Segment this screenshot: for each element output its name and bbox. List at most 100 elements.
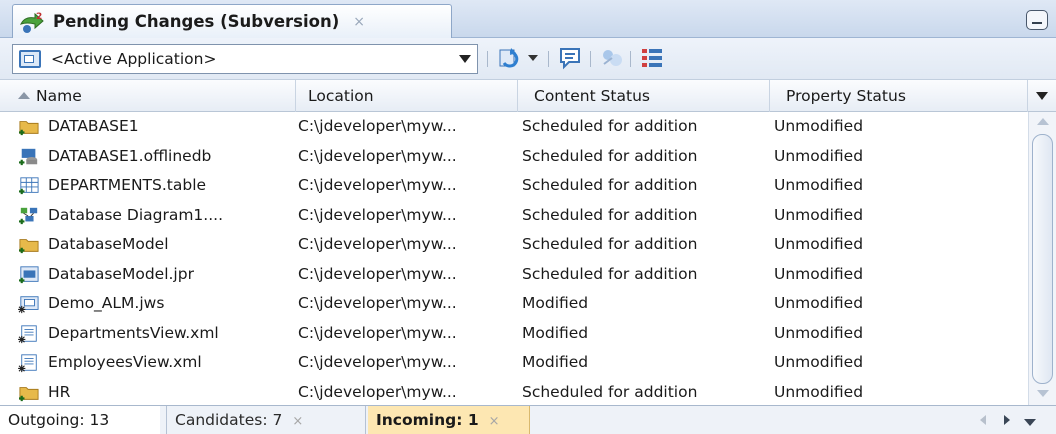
tab-outgoing[interactable]: Outgoing: 13 [0,406,160,434]
refresh-menu-chevron-icon[interactable] [528,55,538,61]
row-location: C:\jdeveloper\myw... [298,294,457,312]
tab-incoming[interactable]: Incoming: 1 × [368,406,530,434]
row-location: C:\jdeveloper\myw... [298,323,457,342]
close-icon[interactable]: × [292,414,303,429]
row-content-status: Scheduled for addition [522,176,698,194]
toolbar-separator [590,51,591,67]
scroll-tabs-left-icon[interactable] [980,415,986,425]
row-property-status: Unmodified [774,117,864,135]
table-row[interactable]: DepartmentsView.xml C:\jdeveloper\myw... M… [0,319,1028,349]
row-location: C:\jdeveloper\myw... [298,117,457,135]
toolbar-separator [487,51,488,67]
sort-ascending-icon [18,92,30,99]
row-content-status: Modified [522,323,589,342]
row-content-status: Scheduled for addition [522,382,698,401]
minimize-button[interactable] [1026,10,1048,30]
column-header-location[interactable]: Location [296,80,518,112]
vertical-scrollbar[interactable] [1028,112,1056,405]
row-content-status: Scheduled for addition [522,205,698,224]
view-object-modified-icon [18,324,37,343]
view-object-modified-icon [18,354,37,373]
toolbar-separator [548,51,549,67]
row-location: C:\jdeveloper\myw... [298,353,457,371]
scope-dropdown[interactable]: <Active Application> [12,44,478,74]
row-location: C:\jdeveloper\myw... [298,176,457,194]
row-name: DATABASE1 [48,117,139,135]
scroll-tabs-right-icon[interactable] [1004,415,1010,425]
row-content-status: Scheduled for addition [522,235,698,253]
tab-pending-changes[interactable]: 2 Pending Changes (Subversion) × [12,4,452,38]
table-row[interactable]: EmployeesView.xml C:\jdeveloper\myw... Mod… [0,348,1028,378]
tab-title: Pending Changes (Subversion) [53,12,340,31]
row-name: DatabaseModel.jpr [48,264,194,283]
table-row[interactable]: DatabaseModel.jpr C:\jdeveloper\myw... Sch… [0,260,1028,290]
row-location: C:\jdeveloper\myw... [298,146,457,165]
row-name: HR [48,382,71,401]
row-property-status: Unmodified [774,353,864,371]
application-icon [19,50,41,68]
table-row[interactable]: Demo_ALM.jws C:\jdeveloper\myw... Modified… [0,289,1028,319]
row-location: C:\jdeveloper\myw... [298,382,457,401]
toolbar-separator [630,51,631,67]
table-row[interactable]: Database Diagram1.... C:\jdeveloper\myw..… [0,201,1028,231]
row-content-status: Scheduled for addition [522,264,698,283]
row-content-status: Modified [522,294,589,312]
tab-close-icon[interactable]: × [353,14,365,30]
table-row[interactable]: HR C:\jdeveloper\myw... Scheduled for addi… [0,378,1028,408]
chevron-down-icon [459,55,471,63]
offline-db-icon [19,148,38,165]
row-property-status: Unmodified [774,294,864,312]
workspace-modified-icon [18,296,39,314]
row-property-status: Unmodified [774,146,864,165]
row-name: DEPARTMENTS.table [48,176,207,194]
title-bar: 2 Pending Changes (Subversion) × [0,0,1056,38]
columns-icon[interactable] [640,46,664,70]
column-header-property-status[interactable]: Property Status [770,80,1028,112]
pending-changes-table: DATABASE1 C:\jdeveloper\myw... Scheduled f… [0,112,1028,407]
scope-dropdown-value: <Active Application> [51,50,217,68]
row-location: C:\jdeveloper\myw... [298,264,457,283]
scroll-down-icon[interactable] [1037,390,1049,397]
row-content-status: Scheduled for addition [522,117,698,135]
tab-list-menu-icon[interactable] [1024,419,1036,426]
row-property-status: Unmodified [774,323,864,342]
row-name: Database Diagram1.... [48,205,224,224]
row-location: C:\jdeveloper\myw... [298,205,457,224]
diagram-icon [19,207,38,224]
row-name: DATABASE1.offlinedb [48,146,212,165]
folder-add-icon [19,239,39,254]
comment-icon[interactable] [558,46,582,70]
row-name: DepartmentsView.xml [48,323,219,342]
table-row[interactable]: DatabaseModel C:\jdeveloper\myw... Schedul… [0,230,1028,260]
commit-icon[interactable] [600,46,624,70]
refresh-icon[interactable] [498,46,522,70]
pending-changes-icon: 2 [20,12,44,33]
folder-add-icon [19,121,39,136]
row-property-status: Unmodified [774,382,864,401]
row-location: C:\jdeveloper\myw... [298,235,457,253]
bottom-tab-bar: Outgoing: 13 Candidates: 7 × Incoming: 1 × [0,405,1056,434]
row-name: Demo_ALM.jws [48,294,165,312]
scroll-up-icon[interactable] [1037,118,1049,125]
table-row[interactable]: DEPARTMENTS.table C:\jdeveloper\myw... Sch… [0,171,1028,201]
close-icon[interactable]: × [489,414,500,429]
column-header-name[interactable]: Name [0,80,296,112]
tab-candidates[interactable]: Candidates: 7 × [166,406,366,434]
row-content-status: Modified [522,353,589,371]
row-content-status: Scheduled for addition [522,146,698,165]
toolbar: <Active Application> [0,38,1056,80]
folder-add-icon [19,386,39,401]
row-name: DatabaseModel [48,235,169,253]
row-property-status: Unmodified [774,176,864,194]
table-row[interactable]: DATABASE1.offlinedb C:\jdeveloper\myw... S… [0,142,1028,172]
table-header: Name Location Content Status Property St… [0,80,1056,112]
row-property-status: Unmodified [774,264,864,283]
table-row[interactable]: DATABASE1 C:\jdeveloper\myw... Scheduled f… [0,112,1028,142]
row-name: EmployeesView.xml [48,353,202,371]
column-menu-icon[interactable] [1036,92,1048,100]
row-property-status: Unmodified [774,235,864,253]
scrollbar-thumb[interactable] [1032,134,1053,384]
column-header-content-status[interactable]: Content Status [518,80,770,112]
table-icon [19,177,39,195]
project-icon [19,265,39,283]
